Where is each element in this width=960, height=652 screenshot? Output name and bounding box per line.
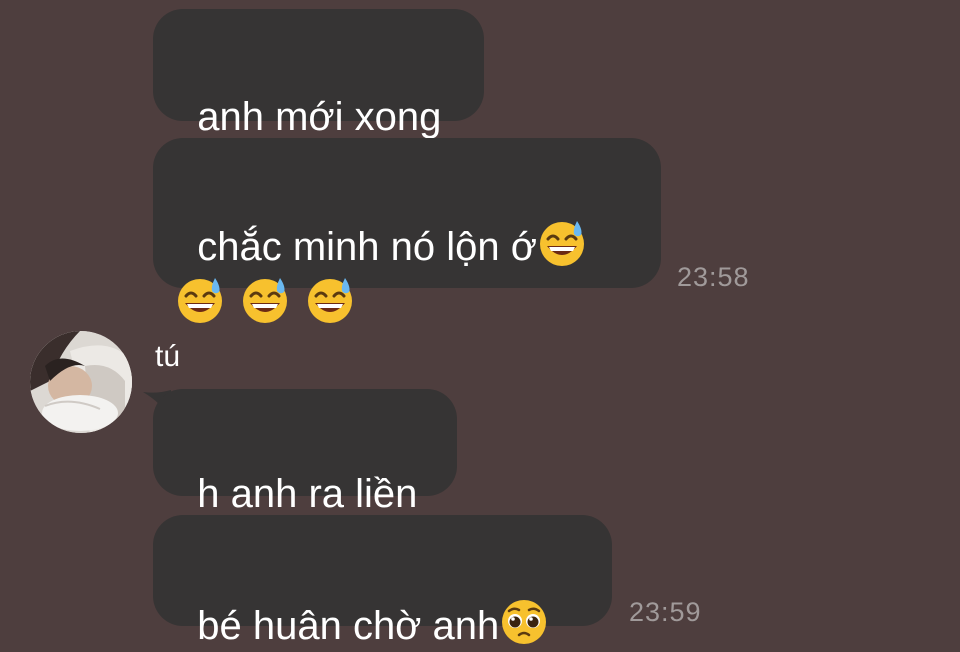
message-bubble[interactable]: anh mới xong bbox=[153, 9, 484, 139]
message-text: bé huân chờ anh bbox=[197, 604, 500, 648]
message-bubble[interactable]: chắc minh nó lộn ớ bbox=[153, 138, 661, 323]
grinning-sweat-emoji bbox=[308, 278, 352, 323]
grinning-sweat-emoji bbox=[539, 221, 584, 266]
avatar-photo bbox=[30, 331, 132, 433]
message-text: chắc minh nó lộn ớ bbox=[197, 225, 537, 269]
message-timestamp: 23:59 bbox=[629, 597, 702, 627]
message-text: anh mới xong bbox=[197, 95, 442, 139]
pleading-face-emoji bbox=[502, 600, 547, 644]
avatar[interactable] bbox=[30, 331, 132, 433]
message-bubble[interactable]: bé huân chờ anh bbox=[153, 515, 612, 648]
grinning-sweat-emoji bbox=[243, 278, 287, 323]
message-timestamp: 23:58 bbox=[677, 262, 750, 292]
sender-name: tú bbox=[155, 340, 181, 373]
grinning-sweat-emoji bbox=[178, 278, 222, 323]
message-text: h anh ra liền bbox=[197, 472, 418, 516]
message-bubble[interactable]: h anh ra liền bbox=[153, 389, 457, 516]
